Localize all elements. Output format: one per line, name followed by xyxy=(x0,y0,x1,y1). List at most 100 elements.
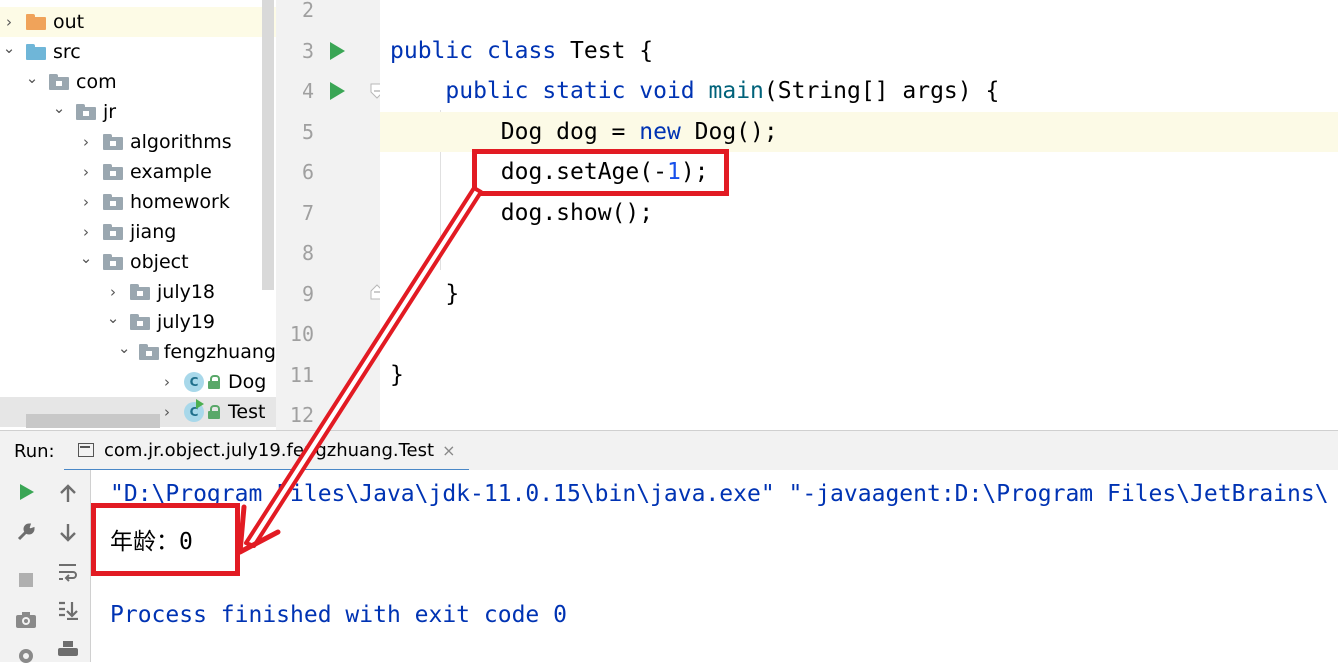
scroll-to-end-icon[interactable] xyxy=(54,596,82,624)
package-folder-icon xyxy=(76,104,98,120)
tree-item[interactable]: › homework xyxy=(0,187,276,217)
tree-item[interactable]: › out xyxy=(0,7,276,37)
package-folder-icon xyxy=(130,284,152,300)
tree-item-label: com xyxy=(76,71,117,93)
collapsed-chevron-icon[interactable]: › xyxy=(77,187,95,217)
run-toolbar xyxy=(0,470,91,664)
close-tab-icon[interactable]: × xyxy=(442,441,455,460)
tree-item-label: homework xyxy=(130,191,230,213)
highlight-setage-call xyxy=(472,149,729,196)
code-line: } xyxy=(380,355,1338,395)
run-icon[interactable] xyxy=(12,478,40,506)
line-number: 12 xyxy=(289,403,314,427)
line-number: 7 xyxy=(301,200,314,225)
package-folder-icon xyxy=(103,254,125,270)
folder-icon xyxy=(26,14,48,30)
code-line: public static void main (String[] args) { xyxy=(380,71,1338,111)
line-number: 5 xyxy=(301,119,314,144)
stop-icon[interactable] xyxy=(12,566,40,594)
code-token: main xyxy=(708,78,764,104)
settings-icon[interactable] xyxy=(12,642,40,670)
project-vertical-scrollbar[interactable] xyxy=(262,0,274,290)
tree-item[interactable]: ⌄ src xyxy=(0,37,276,67)
camera-icon[interactable] xyxy=(12,606,40,634)
tree-item[interactable]: › example xyxy=(0,157,276,187)
code-line: } xyxy=(380,274,1338,314)
code-line: Dog dog = new Dog(); xyxy=(380,111,1338,152)
line-number: 10 xyxy=(289,322,314,346)
expanded-chevron-icon[interactable]: ⌄ xyxy=(77,243,95,273)
collapsed-chevron-icon[interactable]: › xyxy=(158,367,176,397)
java-class-icon: C xyxy=(184,372,204,392)
code-token: dog.show(); xyxy=(390,199,654,226)
line-number: 3 xyxy=(301,38,314,63)
up-arrow-icon[interactable] xyxy=(54,480,82,508)
code-editor[interactable]: public class Test { public static void m… xyxy=(380,0,1338,430)
tree-item-label: july19 xyxy=(157,311,216,333)
wrench-icon[interactable] xyxy=(12,518,40,546)
print-icon[interactable] xyxy=(54,636,82,664)
console-exit-line: Process finished with exit code 0 xyxy=(110,602,567,628)
tree-item[interactable]: › jiang xyxy=(0,217,276,247)
tree-item[interactable]: ⌄ com xyxy=(0,67,276,97)
editor-gutter: 2 3 4 5 6 7 8 9 10 11 12 xyxy=(276,0,384,430)
down-arrow-icon[interactable] xyxy=(54,518,82,546)
code-token: class xyxy=(486,37,571,64)
code-token: } xyxy=(390,361,404,388)
run-gutter-icon[interactable] xyxy=(330,82,345,100)
package-folder-icon xyxy=(49,74,71,90)
code-line: dog.show(); xyxy=(380,193,1338,233)
java-class-icon: C xyxy=(184,399,204,422)
tree-item-label: src xyxy=(53,41,81,63)
tree-item[interactable]: ⌄ july19 xyxy=(0,307,276,337)
soft-wrap-icon[interactable] xyxy=(54,558,82,586)
line-number: 8 xyxy=(301,241,314,265)
folder-icon xyxy=(26,44,48,60)
line-number: 2 xyxy=(301,0,314,22)
tree-item[interactable]: ⌄ object xyxy=(0,247,276,277)
project-horizontal-scrollbar[interactable] xyxy=(26,414,160,428)
project-tree-panel: › out ⌄ src ⌄ com ⌄ jr › algorithms › example › homew… xyxy=(0,0,276,430)
line-number: 4 xyxy=(301,79,314,103)
console-command-line: "D:\Program Files\Java\jdk-11.0.15\bin\j… xyxy=(110,481,1329,507)
tree-item[interactable]: ⌄ jr xyxy=(0,97,276,127)
expanded-chevron-icon[interactable]: ⌄ xyxy=(104,303,122,333)
run-console[interactable]: "D:\Program Files\Java\jdk-11.0.15\bin\j… xyxy=(91,470,1338,662)
code-token: (String[] args) { xyxy=(763,78,1000,104)
tree-item[interactable]: › july18 xyxy=(0,277,276,307)
access-lock-icon xyxy=(208,405,220,419)
highlight-age-output xyxy=(91,503,240,576)
tree-item-label: object xyxy=(130,251,189,273)
tree-item-label: out xyxy=(53,11,85,33)
tree-item-label: fengzhuang xyxy=(163,341,276,363)
code-token: public xyxy=(445,78,543,104)
run-gutter-icon[interactable] xyxy=(330,41,345,60)
code-token: static xyxy=(542,78,640,104)
run-label: Run: xyxy=(14,441,55,462)
code-token: Dog dog = xyxy=(390,118,640,145)
code-token: void xyxy=(639,78,709,104)
expanded-chevron-icon[interactable]: ⌄ xyxy=(50,93,68,123)
expanded-chevron-icon[interactable]: ⌄ xyxy=(0,33,18,63)
tree-item-label: example xyxy=(130,161,212,183)
tree-item-label: jiang xyxy=(130,221,177,243)
collapsed-chevron-icon[interactable]: › xyxy=(158,397,176,427)
tree-item[interactable]: › algorithms xyxy=(0,127,276,157)
tree-item-label: july18 xyxy=(157,281,216,303)
expanded-chevron-icon[interactable]: ⌄ xyxy=(116,333,132,363)
tree-item-label: Dog xyxy=(228,371,267,393)
package-folder-icon xyxy=(130,314,152,330)
run-config-tab[interactable]: com.jr.object.july19.fengzhuang.Test × xyxy=(64,431,470,472)
tree-item[interactable]: › C Dog xyxy=(0,367,276,397)
expanded-chevron-icon[interactable]: ⌄ xyxy=(23,63,41,93)
run-tab-title: com.jr.object.july19.fengzhuang.Test xyxy=(104,439,435,461)
code-line: public class Test { xyxy=(380,31,1338,71)
collapsed-chevron-icon[interactable]: › xyxy=(77,127,95,157)
tree-item[interactable]: ⌄ fengzhuang xyxy=(0,337,276,367)
collapsed-chevron-icon[interactable]: › xyxy=(77,157,95,187)
